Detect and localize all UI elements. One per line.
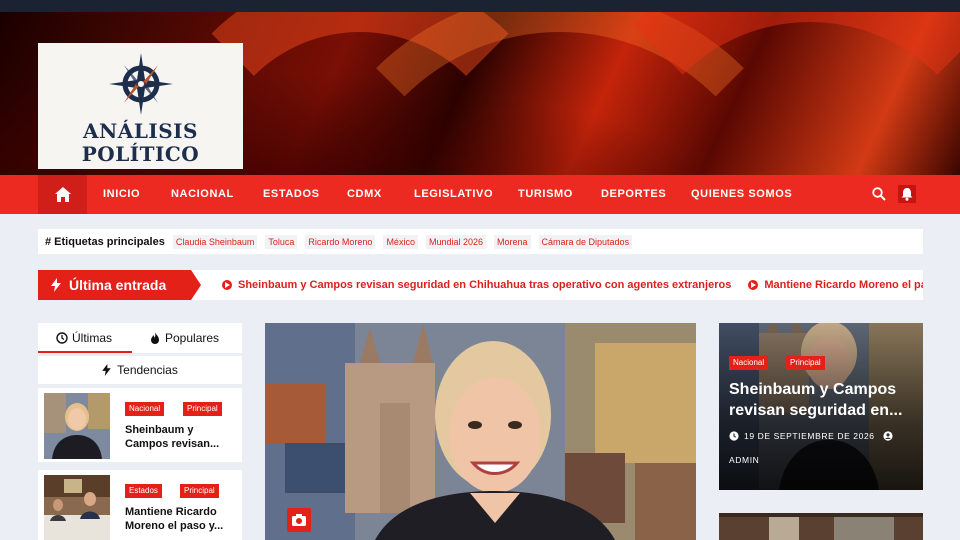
tag-link[interactable]: Ricardo Moreno: [305, 234, 376, 249]
logo-text-line2: POLÍTICO: [81, 142, 200, 166]
latest-label-text: Última entrada: [69, 277, 167, 293]
bolt-icon: [102, 364, 111, 376]
post-thumbnail[interactable]: [44, 475, 110, 540]
top-strip: [0, 0, 960, 12]
ticker-item-text: Sheinbaum y Campos revisan seguridad en …: [238, 279, 732, 291]
tab-trending-label: Tendencias: [117, 363, 178, 377]
sidebar-widget: Últimas Populares Tendencias Nacional Pr…: [38, 323, 242, 540]
main-navigation: INICIO NACIONAL ESTADOS CDMX LEGISLATIVO…: [0, 175, 960, 214]
notifications-button[interactable]: [898, 185, 916, 203]
nav-item-deportes[interactable]: DEPORTES: [601, 175, 666, 214]
latest-news-ticker: Última entrada Sheinbaum y Campos revisa…: [38, 270, 923, 300]
post-title[interactable]: Mantiene Ricardo Moreno el paso y...: [125, 505, 235, 533]
post-meta: 19 DE SEPTIEMBRE DE 2026: [729, 431, 893, 441]
latest-label: Última entrada: [38, 270, 201, 300]
post-author[interactable]: ADMIN: [729, 455, 759, 465]
bell-icon: [901, 188, 913, 201]
arrow-circle-icon: [748, 280, 759, 290]
featured-post-card[interactable]: Nacional Principal Sheinbaum y Campos re…: [719, 323, 923, 490]
tab-popular-label: Populares: [165, 331, 220, 345]
ticker-item[interactable]: Sheinbaum y Campos revisan seguridad en …: [222, 279, 731, 291]
nav-item-inicio[interactable]: INICIO: [103, 175, 140, 214]
header-banner: ANÁLISIS POLÍTICO: [0, 12, 960, 175]
sidebar-post[interactable]: Estados Principal Mantiene Ricardo Moren…: [38, 470, 242, 540]
category-badge[interactable]: Principal: [786, 356, 825, 370]
user-icon: [883, 431, 893, 441]
sidebar-post[interactable]: Nacional Principal Sheinbaum y Campos re…: [38, 388, 242, 462]
tab-latest-label: Últimas: [72, 331, 113, 345]
arrow-circle-icon: [222, 280, 232, 290]
category-badge[interactable]: Nacional: [125, 402, 165, 416]
home-icon: [54, 187, 71, 202]
ticker-item[interactable]: Mantiene Ricardo Moreno el paso: [748, 279, 923, 291]
post-date: 19 DE SEPTIEMBRE DE 2026: [744, 431, 875, 441]
nav-item-estados[interactable]: ESTADOS: [263, 175, 320, 214]
nav-home-button[interactable]: [38, 175, 87, 214]
logo-text-line1: ANÁLISIS: [83, 119, 198, 143]
main-featured-image[interactable]: [265, 323, 696, 540]
ticker-track: Sheinbaum y Campos revisan seguridad en …: [222, 270, 923, 300]
tag-link[interactable]: México: [383, 234, 418, 249]
fire-icon: [151, 332, 159, 344]
category-badge[interactable]: Nacional: [729, 356, 769, 370]
category-badge[interactable]: Principal: [180, 484, 219, 498]
camera-icon: [287, 508, 311, 532]
category-badge[interactable]: Estados: [125, 484, 162, 498]
sidebar-tabs: Últimas Populares: [38, 323, 242, 353]
bolt-icon: [51, 278, 61, 292]
active-tab-indicator: [38, 351, 132, 353]
tab-trending[interactable]: Tendencias: [38, 356, 242, 384]
nav-item-cdmx[interactable]: CDMX: [347, 175, 382, 214]
tab-popular[interactable]: Populares: [150, 323, 219, 353]
post-title[interactable]: Sheinbaum y Campos revisan...: [125, 423, 235, 451]
tag-link[interactable]: Mundial 2026: [425, 234, 486, 249]
category-badge[interactable]: Principal: [183, 402, 222, 416]
tag-link[interactable]: Claudia Sheinbaum: [172, 234, 258, 249]
featured-post-title[interactable]: Sheinbaum y Campos revisan seguridad en.…: [729, 379, 919, 421]
ticker-item-text: Mantiene Ricardo Moreno el paso: [764, 279, 923, 291]
tag-link[interactable]: Morena: [494, 234, 531, 249]
post-thumbnail[interactable]: [44, 393, 110, 459]
tag-link[interactable]: Toluca: [265, 234, 298, 249]
nav-item-turismo[interactable]: TURISMO: [518, 175, 573, 214]
nav-item-quienes-somos[interactable]: QUIENES SOMOS: [691, 175, 792, 214]
compass-rose-icon: [109, 53, 173, 115]
site-logo[interactable]: ANÁLISIS POLÍTICO: [38, 43, 243, 169]
search-icon[interactable]: [872, 187, 886, 201]
nav-item-legislativo[interactable]: LEGISLATIVO: [414, 175, 493, 214]
tags-bar: # Etiquetas principales Claudia Sheinbau…: [38, 229, 923, 254]
next-post-card[interactable]: [719, 513, 923, 540]
clock-icon: [729, 431, 739, 441]
nav-item-nacional[interactable]: NACIONAL: [171, 175, 234, 214]
clock-icon: [56, 332, 68, 344]
tag-link[interactable]: Cámara de Diputados: [538, 234, 633, 249]
tags-title: # Etiquetas principales: [45, 235, 165, 248]
tab-latest[interactable]: Últimas: [56, 323, 112, 353]
